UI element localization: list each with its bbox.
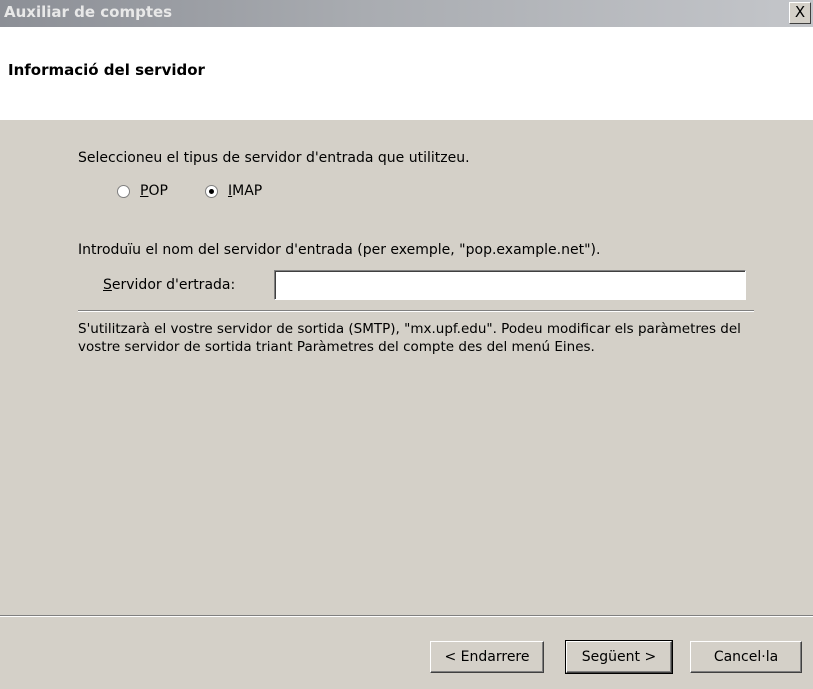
section-divider: [78, 310, 754, 312]
radio-imap-option[interactable]: IMAP: [205, 183, 262, 199]
title-bar: Auxiliar de comptes X: [0, 0, 813, 27]
next-button[interactable]: Següent >: [565, 640, 673, 674]
window-title: Auxiliar de comptes: [4, 3, 173, 21]
smtp-info-text: S'utilitzarà el vostre servidor de sorti…: [78, 321, 741, 355]
radio-imap-label: IMAP: [228, 183, 263, 199]
radio-pop[interactable]: [117, 184, 130, 198]
incoming-server-input[interactable]: [274, 270, 746, 300]
back-button[interactable]: < Endarrere: [430, 641, 544, 673]
footer-divider: [0, 615, 813, 617]
radio-pop-option[interactable]: POP: [117, 183, 168, 199]
page-title: Informació del servidor: [8, 61, 205, 79]
incoming-server-label: Servidor d'ertrada:: [103, 277, 236, 293]
content-area: Seleccioneu el tipus de servidor d'entra…: [0, 120, 813, 615]
incoming-server-prompt: Introduïu el nom del servidor d'entrada …: [78, 242, 601, 258]
radio-imap[interactable]: [205, 184, 218, 198]
close-icon: X: [794, 3, 806, 21]
cancel-button[interactable]: Cancel·la: [690, 641, 802, 673]
close-button[interactable]: X: [789, 2, 811, 24]
radio-pop-label: POP: [140, 183, 168, 199]
server-type-prompt: Seleccioneu el tipus de servidor d'entra…: [78, 150, 470, 166]
header-panel: Informació del servidor: [0, 27, 813, 120]
